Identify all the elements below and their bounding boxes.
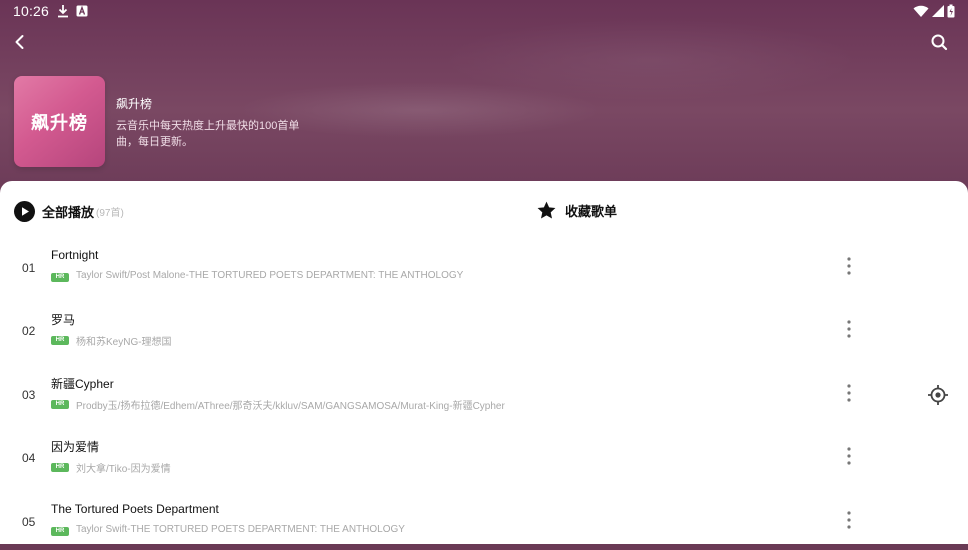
hr-badge: HR [51, 463, 69, 472]
back-arrow-icon[interactable] [8, 30, 32, 54]
song-row[interactable]: 04 因为爱情 HR 刘大拿/Tiko-因为爱情 [0, 430, 900, 486]
hr-badge: HR [51, 273, 69, 282]
playlist-cover-text: 飙升榜 [31, 112, 88, 133]
playlist-description: 云音乐中每天热度上升最快的100首单曲，每日更新。 [116, 120, 300, 148]
song-index: 02 [22, 324, 36, 338]
hr-badge: HR [51, 400, 69, 409]
song-artist: 刘大拿/Tiko-因为爱情 [76, 464, 171, 475]
status-time: 10:26 [13, 3, 50, 19]
song-index: 04 [22, 451, 36, 465]
song-artist: Taylor Swift/Post Malone-THE TORTURED PO… [76, 270, 464, 281]
star-icon [537, 201, 556, 219]
favorite-label: 收藏歌单 [565, 204, 618, 219]
song-title: The Tortured Poets Department [51, 502, 219, 516]
song-index: 01 [22, 261, 36, 275]
song-title: 新疆Cypher [51, 377, 114, 391]
more-vertical-icon[interactable] [840, 444, 858, 468]
download-icon [58, 5, 68, 18]
wifi-icon [913, 5, 929, 17]
song-row[interactable]: 05 The Tortured Poets Department HR Tayl… [0, 494, 900, 550]
song-index: 03 [22, 388, 36, 402]
song-artist: Taylor Swift-THE TORTURED POETS DEPARTME… [76, 524, 405, 535]
play-all-label: 全部播放 [42, 205, 95, 220]
play-all-count: (97首) [96, 208, 124, 219]
play-all-button[interactable]: 全部播放 (97首) [14, 201, 124, 222]
playlist-title: 飙升榜 [116, 97, 153, 111]
playlist-cover: 飙升榜 [14, 76, 105, 167]
more-vertical-icon[interactable] [840, 254, 858, 278]
song-title: 因为爱情 [51, 440, 100, 454]
song-title: 罗马 [51, 313, 76, 327]
locate-icon[interactable] [926, 383, 950, 407]
battery-icon [947, 4, 955, 18]
status-bar: 10:26 [0, 0, 968, 22]
song-row[interactable]: 03 新疆Cypher HR Prodby玉/扬布拉德/Edhem/AThree… [0, 367, 900, 423]
more-vertical-icon[interactable] [840, 508, 858, 532]
more-vertical-icon[interactable] [840, 317, 858, 341]
more-vertical-icon[interactable] [840, 381, 858, 405]
song-list-panel [0, 181, 968, 544]
song-index: 05 [22, 515, 36, 529]
song-row[interactable]: 01 Fortnight HR Taylor Swift/Post Malone… [0, 240, 900, 296]
signal-icon [932, 5, 944, 17]
song-artist: Prodby玉/扬布拉德/Edhem/AThree/那奇沃夫/kkluv/SAM… [76, 401, 505, 412]
song-row[interactable]: 02 罗马 HR 杨和苏KeyNG-理想国 [0, 303, 900, 359]
song-artist: 杨和苏KeyNG-理想国 [76, 337, 172, 348]
app-notification-icon [76, 5, 88, 17]
hr-badge: HR [51, 336, 69, 345]
play-circle-icon [14, 201, 35, 222]
favorite-playlist-button[interactable]: 收藏歌单 [536, 200, 617, 221]
search-icon[interactable] [927, 30, 951, 54]
hr-badge: HR [51, 527, 69, 536]
song-title: Fortnight [51, 248, 99, 262]
